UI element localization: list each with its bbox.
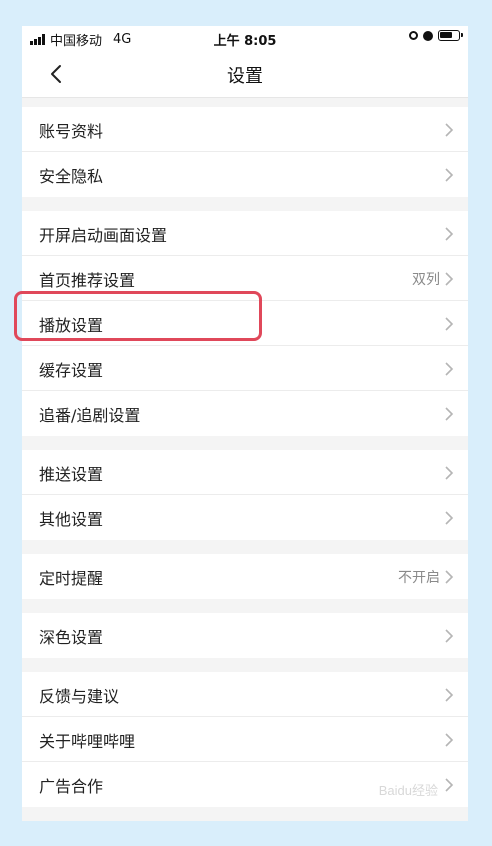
settings-item-cache[interactable]: 缓存设置 <box>22 346 468 391</box>
chevron-right-icon <box>445 629 454 643</box>
settings-item-label: 缓存设置 <box>39 361 104 380</box>
settings-item-label: 反馈与建议 <box>39 687 120 706</box>
chevron-right-icon <box>445 511 454 525</box>
highlight-box <box>14 291 262 341</box>
battery-icon <box>438 30 463 41</box>
settings-item-label: 深色设置 <box>39 628 104 647</box>
settings-item-label: 安全隐私 <box>39 167 104 186</box>
status-right <box>409 30 463 41</box>
settings-item-about[interactable]: 关于哔哩哔哩 <box>22 717 468 762</box>
chevron-right-icon <box>445 362 454 376</box>
settings-item-label: 广告合作 <box>39 777 104 796</box>
alarm-icon <box>423 30 433 41</box>
chevron-right-icon <box>445 272 454 286</box>
settings-item-splash-screen[interactable]: 开屏启动画面设置 <box>22 211 468 256</box>
chevron-right-icon <box>445 407 454 421</box>
chevron-right-icon <box>445 123 454 137</box>
chevron-right-icon <box>445 168 454 182</box>
settings-item-label: 首页推荐设置 <box>39 271 136 290</box>
chevron-right-icon <box>445 778 454 792</box>
chevron-right-icon <box>445 733 454 747</box>
settings-group-notifications: 推送设置 其他设置 <box>22 450 468 540</box>
settings-item-push[interactable]: 推送设置 <box>22 450 468 495</box>
status-time: 上午 8:05 <box>213 34 277 49</box>
settings-item-timer-reminder[interactable]: 定时提醒 不开启 <box>22 554 468 599</box>
settings-item-account-profile[interactable]: 账号资料 <box>22 107 468 152</box>
settings-item-value: 不开启 <box>398 570 440 586</box>
settings-item-label: 其他设置 <box>39 510 104 529</box>
phone-screen: 中国移动 4G 上午 8:05 设置 账号资料 安全隐私 开屏启动画面设置 首页… <box>22 26 468 821</box>
settings-item-other[interactable]: 其他设置 <box>22 495 468 540</box>
settings-item-value: 双列 <box>412 272 440 288</box>
settings-item-follow-series[interactable]: 追番/追剧设置 <box>22 391 468 436</box>
page-title: 设置 <box>227 66 263 87</box>
settings-item-feedback[interactable]: 反馈与建议 <box>22 672 468 717</box>
settings-list: 账号资料 安全隐私 开屏启动画面设置 首页推荐设置 双列 播放设置 缓存设置 追… <box>22 107 468 821</box>
settings-group-reminder: 定时提醒 不开启 <box>22 554 468 599</box>
chevron-right-icon <box>445 688 454 702</box>
orientation-lock-icon <box>409 31 418 40</box>
settings-item-dark-mode[interactable]: 深色设置 <box>22 613 468 658</box>
chevron-right-icon <box>445 570 454 584</box>
chevron-right-icon <box>445 317 454 331</box>
settings-item-label: 追番/追剧设置 <box>39 406 141 425</box>
watermark: Baidu经验 <box>378 783 438 798</box>
status-bar: 中国移动 4G 上午 8:05 <box>22 26 468 50</box>
settings-item-label: 关于哔哩哔哩 <box>39 732 136 751</box>
settings-group-theme: 深色设置 <box>22 613 468 658</box>
settings-item-label: 推送设置 <box>39 465 104 484</box>
settings-item-security-privacy[interactable]: 安全隐私 <box>22 152 468 197</box>
nav-bar: 设置 <box>22 50 468 98</box>
chevron-right-icon <box>445 466 454 480</box>
settings-item-label: 开屏启动画面设置 <box>39 226 168 245</box>
settings-item-label: 定时提醒 <box>39 569 104 588</box>
chevron-right-icon <box>445 227 454 241</box>
settings-item-label: 账号资料 <box>39 122 104 141</box>
settings-group-account: 账号资料 安全隐私 <box>22 107 468 197</box>
